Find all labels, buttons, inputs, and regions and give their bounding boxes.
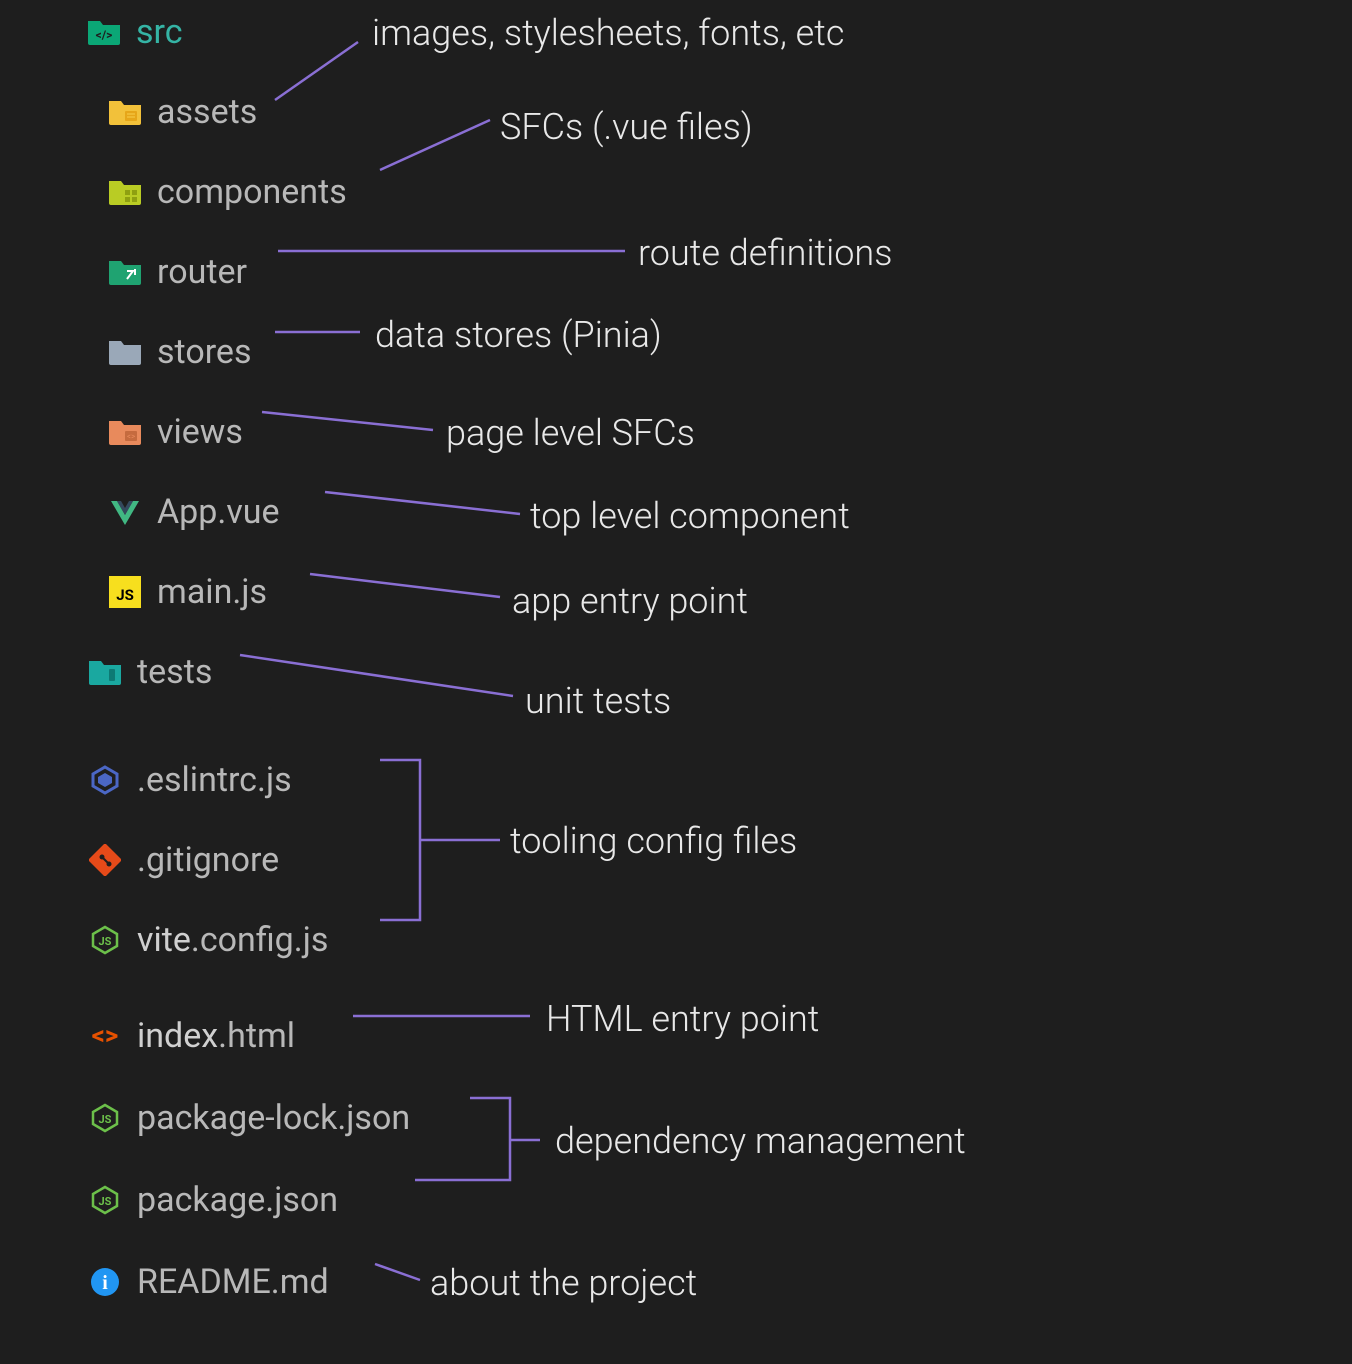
nodejs-icon: JS [87,1184,123,1216]
tree-label: .gitignore [137,840,279,880]
tree-label: README.md [137,1262,329,1302]
html-icon: <> [87,1020,123,1052]
tree-item-components[interactable]: components [107,172,347,212]
annotation-views: page level SFCs [446,412,695,454]
components-folder-icon [107,176,143,208]
tree-item-router[interactable]: router [107,252,247,292]
annotation-assets: images, stylesheets, fonts, etc [372,12,844,54]
annotation-tests: unit tests [525,680,671,722]
tests-folder-icon [87,656,123,688]
tree-item-gitignore[interactable]: .gitignore [87,840,279,880]
svg-text:JS: JS [99,1195,112,1208]
annotation-appvue: top level component [530,495,850,537]
svg-text:</>: </> [96,28,113,42]
annotation-dependency: dependency management [555,1120,966,1162]
tree-label: index.html [137,1016,295,1056]
tree-label: App.vue [157,492,280,532]
annotation-stores: data stores (Pinia) [375,314,662,356]
annotation-components: SFCs (.vue files) [500,106,753,148]
stores-folder-icon [107,336,143,368]
svg-text:<>: <> [127,432,135,441]
tree-item-views[interactable]: <> views [107,412,243,452]
tree-item-appvue[interactable]: App.vue [107,492,280,532]
tree-label: package.json [137,1180,338,1220]
tree-item-packagelock[interactable]: JS package-lock.json [87,1098,410,1138]
tree-label: stores [157,332,252,372]
tree-label: package-lock.json [137,1098,410,1138]
tree-item-indexhtml[interactable]: <> index.html [87,1016,295,1056]
tree-label: vite.config.js [137,920,328,960]
tree-label: src [136,12,183,52]
js-file-icon: JS [107,576,143,608]
tree-item-viteconfig[interactable]: JS vite.config.js [87,920,328,960]
tree-item-readme[interactable]: i README.md [87,1262,329,1302]
eslint-icon [87,764,123,796]
tree-label: components [157,172,347,212]
tree-item-src[interactable]: </> src [86,12,183,52]
annotation-readme: about the project [430,1262,697,1304]
tree-item-tests[interactable]: tests [87,652,212,692]
nodejs-icon: JS [87,1102,123,1134]
annotation-indexhtml: HTML entry point [546,998,819,1040]
tree-label: main.js [157,572,267,612]
tree-item-mainjs[interactable]: JS main.js [107,572,267,612]
tree-label: tests [137,652,212,692]
tree-item-assets[interactable]: assets [107,92,257,132]
tree-item-stores[interactable]: stores [107,332,252,372]
views-folder-icon: <> [107,416,143,448]
tree-item-packagejson[interactable]: JS package.json [87,1180,338,1220]
code-folder-icon: </> [86,16,122,48]
assets-folder-icon [107,96,143,128]
vue-icon [107,496,143,528]
svg-text:JS: JS [116,586,134,604]
svg-text:<>: <> [92,1021,119,1051]
info-icon: i [87,1266,123,1298]
router-folder-icon [107,256,143,288]
annotation-mainjs: app entry point [512,580,748,622]
tree-label: assets [157,92,257,132]
tree-label: router [157,252,247,292]
tree-label: .eslintrc.js [137,760,292,800]
git-icon [87,844,123,876]
tree-item-eslintrc[interactable]: .eslintrc.js [87,760,292,800]
annotation-tooling: tooling config files [510,820,797,862]
annotation-router: route definitions [638,232,892,274]
svg-text:i: i [102,1272,108,1294]
svg-text:JS: JS [99,1113,112,1126]
nodejs-icon: JS [87,924,123,956]
tree-label: views [157,412,243,452]
svg-text:JS: JS [99,935,112,948]
